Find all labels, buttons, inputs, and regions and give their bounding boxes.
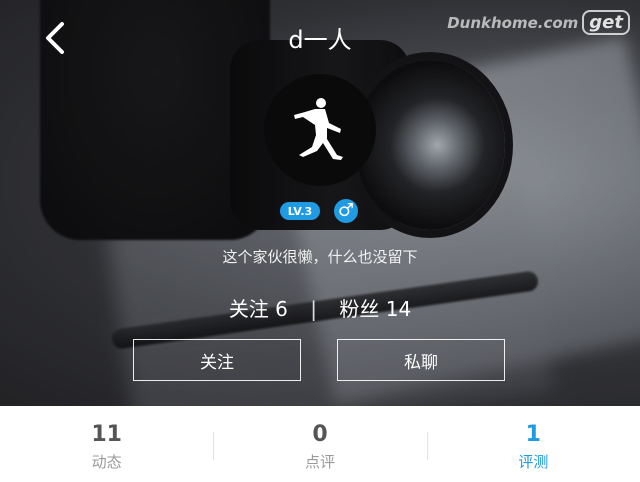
background-dim-overlay	[0, 0, 640, 406]
follow-button[interactable]: 关注	[133, 339, 301, 381]
male-icon: ♂	[334, 199, 358, 223]
tab-label: 点评	[304, 453, 335, 471]
tab-evaluations[interactable]: 1 评测	[426, 406, 640, 482]
message-button[interactable]: 私聊	[337, 339, 505, 381]
tab-label: 评测	[518, 453, 549, 471]
tab-label: 动态	[91, 453, 122, 471]
followers-count[interactable]: 粉丝 14	[339, 297, 411, 321]
follow-stats: 关注 6 | 粉丝 14	[0, 293, 640, 322]
stats-separator: |	[310, 297, 318, 321]
tab-reviews[interactable]: 0 点评	[213, 406, 426, 482]
watermark-text: Dunkhome.com	[447, 13, 579, 32]
watermark: Dunkhome.com get	[447, 10, 630, 35]
tab-count: 1	[525, 422, 541, 447]
tab-count: 0	[312, 422, 328, 447]
level-badge: LV.3	[280, 202, 320, 220]
user-bio: 这个家伙很懒，什么也没留下	[222, 248, 418, 266]
watermark-badge: get	[582, 10, 630, 35]
avatar[interactable]	[264, 74, 376, 186]
tab-count: 11	[91, 422, 122, 447]
tab-posts[interactable]: 11 动态	[0, 406, 213, 482]
jumpman-logo-icon	[294, 98, 343, 160]
profile-header-background: d一人 Dunkhome.com get LV.3 ♂ 这个家伙很懒，什么也没留…	[0, 0, 640, 406]
following-count[interactable]: 关注 6	[229, 297, 288, 321]
profile-tab-bar: 11 动态 0 点评 1 评测	[0, 406, 640, 482]
